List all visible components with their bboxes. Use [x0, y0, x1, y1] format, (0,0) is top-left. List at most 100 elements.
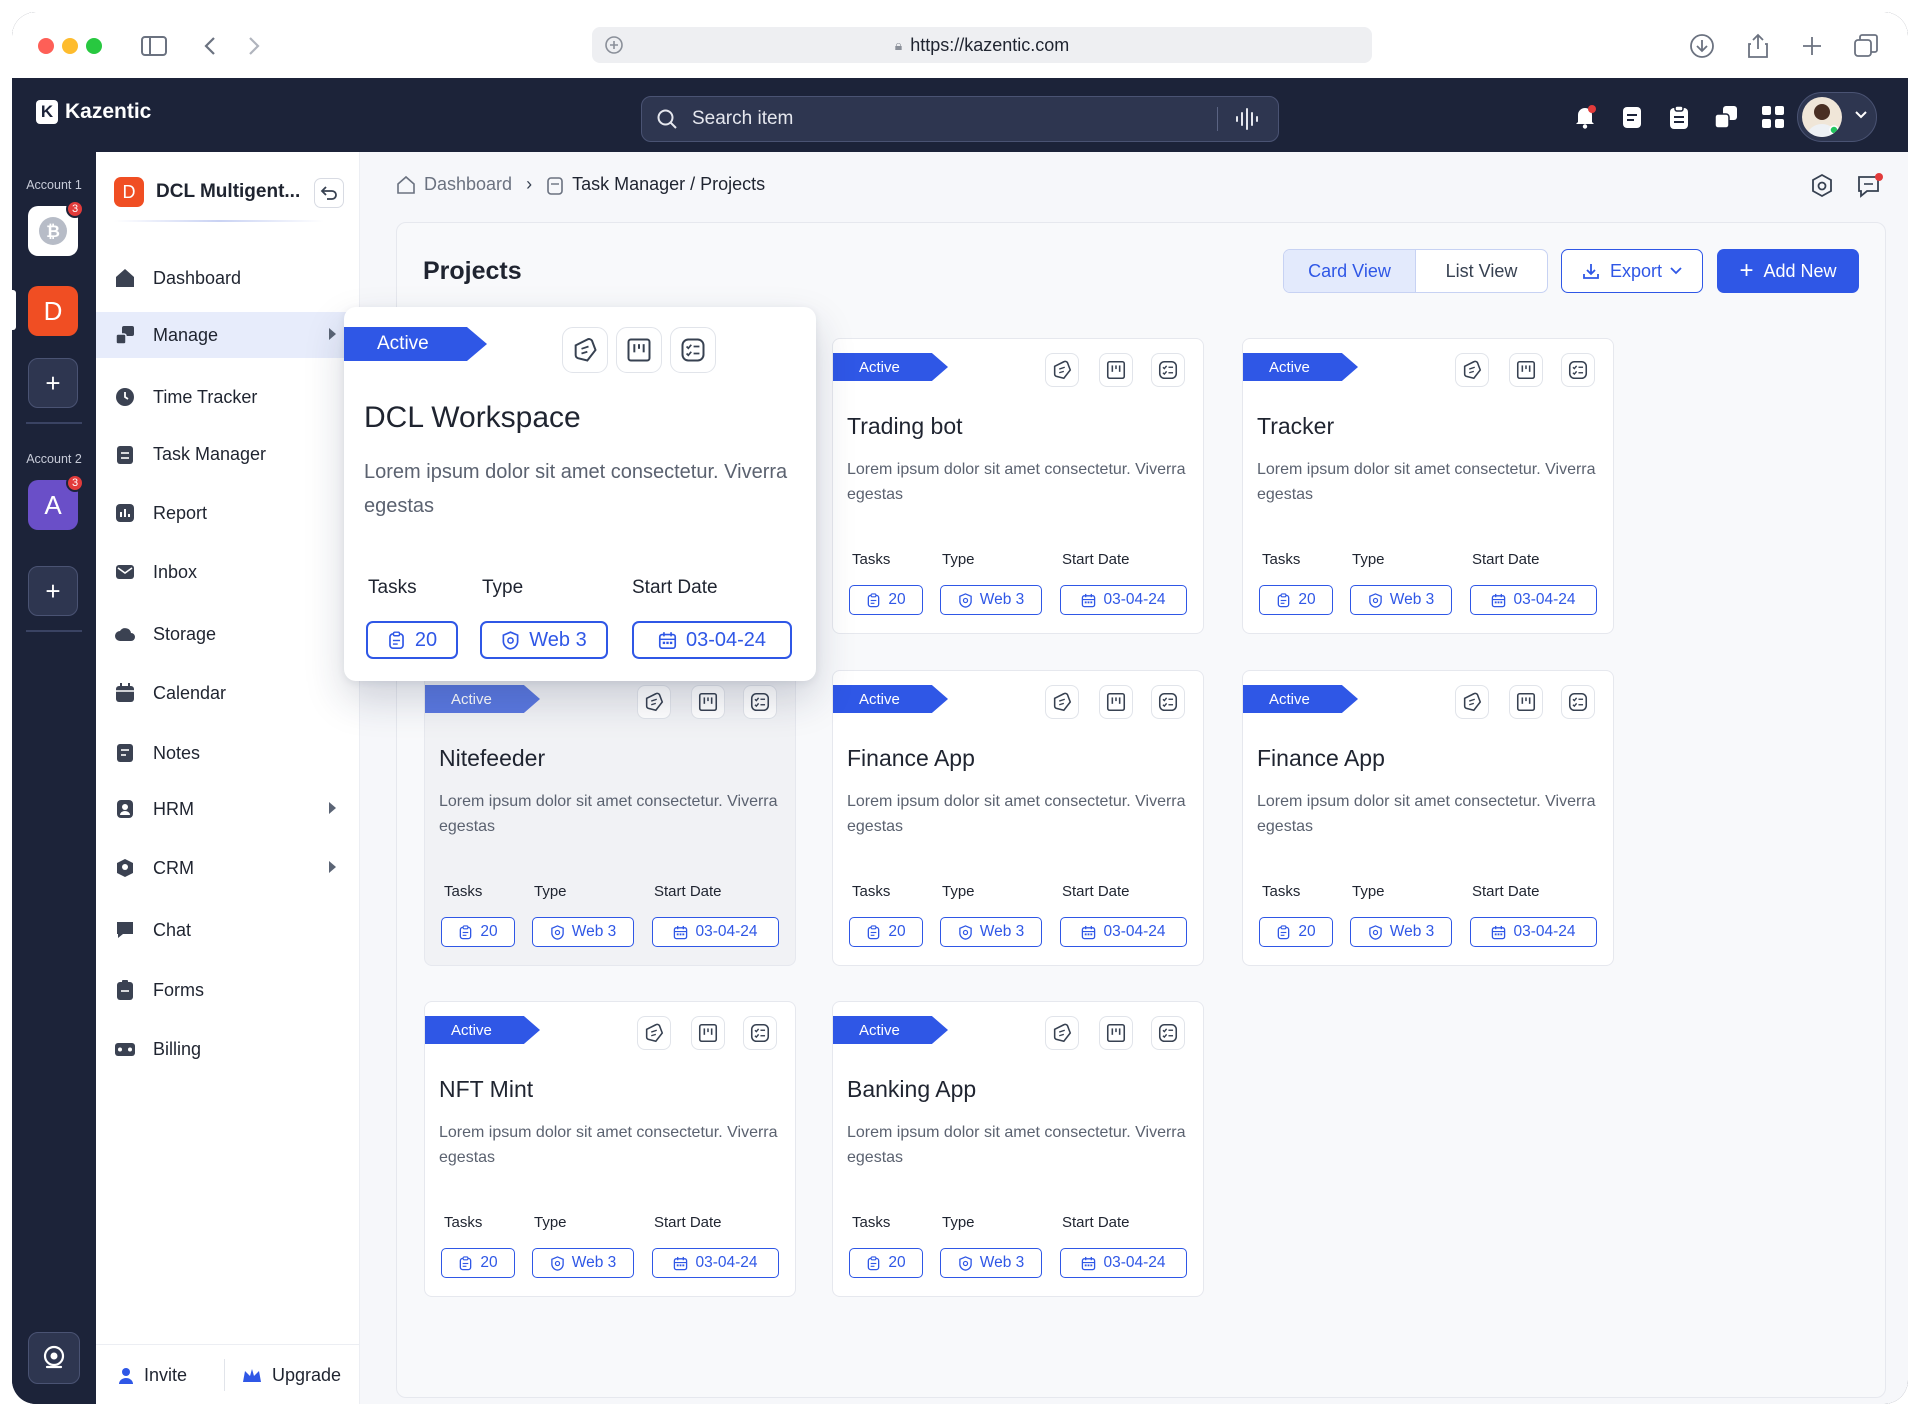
tasks-count-chip[interactable]: 20 — [366, 621, 458, 659]
board-icon[interactable] — [1509, 685, 1543, 719]
start-date-chip[interactable]: 03-04-24 — [1060, 1248, 1187, 1278]
board-icon[interactable] — [1099, 685, 1133, 719]
clipboard-icon[interactable] — [1666, 104, 1692, 130]
copy-icon[interactable] — [1713, 104, 1739, 130]
support-button[interactable] — [28, 1332, 80, 1384]
type-chip[interactable]: Web 3 — [940, 917, 1042, 947]
app-logo[interactable]: K Kazentic — [36, 100, 151, 124]
checklist-icon[interactable] — [743, 685, 777, 719]
checklist-icon[interactable] — [1151, 685, 1185, 719]
board-icon[interactable] — [1509, 353, 1543, 387]
tabs-overview-icon[interactable] — [1852, 32, 1880, 60]
apps-grid-icon[interactable] — [1760, 104, 1786, 130]
type-chip[interactable]: Web 3 — [480, 621, 608, 659]
project-card[interactable]: Active Banking App Lorem ipsum dolor sit… — [832, 1001, 1204, 1297]
checklist-icon[interactable] — [1151, 353, 1185, 387]
tasks-count-chip[interactable]: 20 — [849, 917, 923, 947]
sidebar-item-chat[interactable]: Chat — [96, 907, 360, 953]
sidebar-item-inbox[interactable]: Inbox — [96, 549, 360, 595]
type-chip[interactable]: Web 3 — [1350, 585, 1452, 615]
notification-bell-icon[interactable] — [1572, 104, 1598, 130]
add-new-button[interactable]: + Add New — [1717, 249, 1859, 293]
checklist-icon[interactable] — [743, 1016, 777, 1050]
settings-icon[interactable] — [1808, 172, 1836, 200]
sidebar-item-report[interactable]: Report — [96, 490, 360, 536]
tasks-count-chip[interactable]: 20 — [849, 585, 923, 615]
voice-search-icon[interactable] — [1217, 107, 1260, 131]
sidebar-item-task-manager[interactable]: Task Manager — [96, 431, 360, 477]
invite-button[interactable]: Invite — [118, 1365, 187, 1386]
checklist-icon[interactable] — [1151, 1016, 1185, 1050]
notes-icon[interactable] — [1045, 685, 1079, 719]
workspace-switcher[interactable]: D DCL Multigent... — [114, 174, 344, 210]
maximize-window-button[interactable] — [86, 38, 102, 54]
board-icon[interactable] — [1099, 1016, 1133, 1050]
tasks-count-chip[interactable]: 20 — [1259, 917, 1333, 947]
project-card[interactable]: Active Nitefeeder Lorem ipsum dolor sit … — [424, 670, 796, 966]
checklist-icon[interactable] — [670, 327, 716, 373]
sidebar-item-manage[interactable]: Manage — [96, 312, 360, 358]
address-bar[interactable]: 🔒︎ https://kazentic.com — [592, 27, 1372, 63]
tasks-count-chip[interactable]: 20 — [1259, 585, 1333, 615]
notes-icon[interactable] — [1045, 353, 1079, 387]
tasks-count-chip[interactable]: 20 — [441, 1248, 515, 1278]
workspace-d-button[interactable]: D — [28, 286, 78, 336]
back-icon[interactable] — [196, 32, 224, 60]
board-icon[interactable] — [691, 685, 725, 719]
sidebar-item-dashboard[interactable]: Dashboard — [96, 255, 360, 301]
project-card-hovered[interactable]: Active DCL Workspace Lorem ipsum dolor s… — [344, 307, 816, 681]
export-button[interactable]: Export — [1561, 249, 1703, 293]
type-chip[interactable]: Web 3 — [532, 1248, 634, 1278]
project-card[interactable]: Active Tracker Lorem ipsum dolor sit ame… — [1242, 338, 1614, 634]
notes-icon[interactable] — [1045, 1016, 1079, 1050]
checklist-icon[interactable] — [1561, 353, 1595, 387]
start-date-chip[interactable]: 03-04-24 — [632, 621, 792, 659]
sidebar-item-billing[interactable]: Billing — [96, 1026, 360, 1072]
docs-icon[interactable] — [1619, 104, 1645, 130]
upgrade-button[interactable]: Upgrade — [242, 1365, 341, 1386]
project-card[interactable]: Active Finance App Lorem ipsum dolor sit… — [1242, 670, 1614, 966]
feedback-icon[interactable] — [1856, 172, 1884, 200]
account-1-button[interactable]: ₿ 3 — [28, 200, 84, 256]
forward-icon[interactable] — [240, 32, 268, 60]
type-chip[interactable]: Web 3 — [940, 585, 1042, 615]
user-menu[interactable] — [1797, 92, 1877, 142]
start-date-chip[interactable]: 03-04-24 — [652, 917, 779, 947]
board-icon[interactable] — [1099, 353, 1133, 387]
sidebar-item-calendar[interactable]: Calendar — [96, 670, 360, 716]
board-icon[interactable] — [691, 1016, 725, 1050]
new-tab-icon[interactable] — [1798, 32, 1826, 60]
type-chip[interactable]: Web 3 — [1350, 917, 1452, 947]
sidebar-item-hrm[interactable]: HRM — [96, 786, 360, 832]
project-card[interactable]: Active Trading bot Lorem ipsum dolor sit… — [832, 338, 1204, 634]
start-date-chip[interactable]: 03-04-24 — [1470, 917, 1597, 947]
notes-icon[interactable] — [1455, 353, 1489, 387]
notes-icon[interactable] — [562, 327, 608, 373]
checklist-icon[interactable] — [1561, 685, 1595, 719]
sidebar-item-forms[interactable]: Forms — [96, 967, 360, 1013]
tasks-count-chip[interactable]: 20 — [441, 917, 515, 947]
account-2-button[interactable]: A 3 — [28, 474, 84, 530]
share-icon[interactable] — [1744, 32, 1772, 60]
tasks-count-chip[interactable]: 20 — [849, 1248, 923, 1278]
notes-icon[interactable] — [637, 685, 671, 719]
download-icon[interactable] — [1688, 32, 1716, 60]
sidebar-toggle-icon[interactable] — [140, 32, 168, 60]
add-account-button[interactable]: + — [28, 566, 78, 616]
search-input[interactable]: Search item — [641, 96, 1279, 142]
type-chip[interactable]: Web 3 — [940, 1248, 1042, 1278]
breadcrumb-dashboard[interactable]: Dashboard — [424, 174, 512, 195]
project-card[interactable]: Active Finance App Lorem ipsum dolor sit… — [832, 670, 1204, 966]
list-view-button[interactable]: List View — [1416, 250, 1547, 292]
close-window-button[interactable] — [38, 38, 54, 54]
start-date-chip[interactable]: 03-04-24 — [1470, 585, 1597, 615]
start-date-chip[interactable]: 03-04-24 — [1060, 917, 1187, 947]
minimize-window-button[interactable] — [62, 38, 78, 54]
site-settings-icon[interactable] — [602, 33, 626, 57]
notes-icon[interactable] — [637, 1016, 671, 1050]
add-workspace-button[interactable]: + — [28, 358, 78, 408]
sidebar-item-crm[interactable]: CRM — [96, 845, 360, 891]
sidebar-item-storage[interactable]: Storage — [96, 611, 360, 657]
sidebar-item-notes[interactable]: Notes — [96, 730, 360, 776]
card-view-button[interactable]: Card View — [1284, 250, 1416, 292]
